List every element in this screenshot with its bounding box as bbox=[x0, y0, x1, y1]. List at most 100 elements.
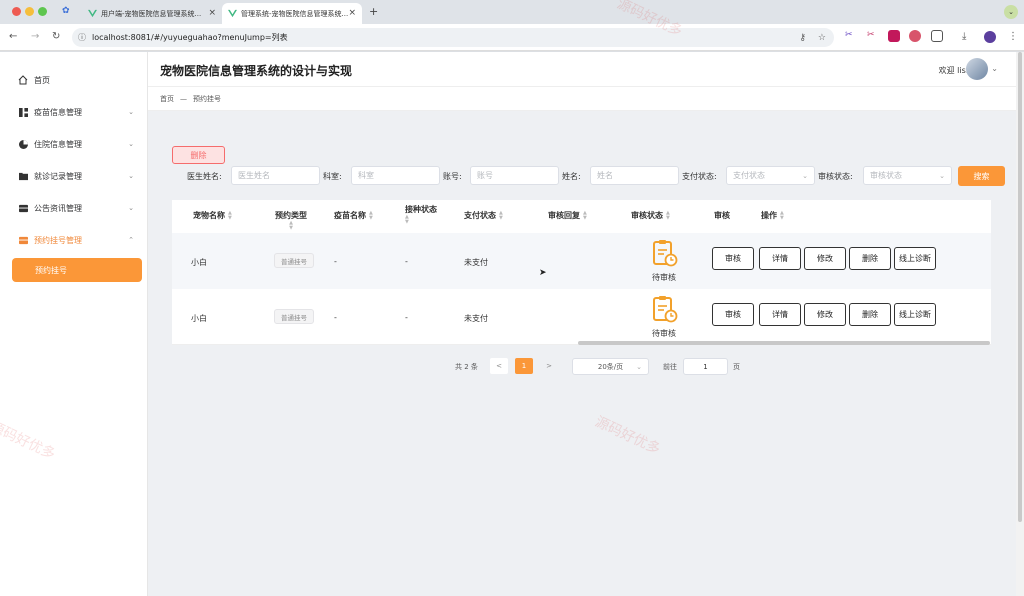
sidebar-subitem-appointment[interactable]: 预约挂号 bbox=[12, 258, 142, 282]
download-icon[interactable]: ⤓ bbox=[962, 31, 966, 42]
chevron-down-icon: ⌄ bbox=[128, 172, 134, 180]
breadcrumb-home[interactable]: 首页 bbox=[160, 94, 174, 104]
column-header[interactable]: 预约类型 ▲ ▼ bbox=[275, 210, 307, 231]
sidebar-item-records[interactable]: 就诊记录管理 ⌄ bbox=[0, 162, 148, 190]
sort-icon[interactable]: ▲ ▼ bbox=[228, 210, 232, 221]
audit-button[interactable]: 审核 bbox=[712, 303, 754, 326]
column-header[interactable]: 审核回复 ▲ ▼ bbox=[548, 210, 587, 221]
audit-button[interactable]: 审核 bbox=[712, 247, 754, 270]
sort-icon[interactable]: ▲ ▼ bbox=[780, 210, 784, 221]
prev-page-button[interactable]: < bbox=[490, 358, 508, 374]
tab-user-portal[interactable]: 用户端-宠物医院信息管理系统... × bbox=[82, 3, 222, 24]
column-header[interactable]: 审核状态 ▲ ▼ bbox=[631, 210, 670, 221]
tab-search-icon[interactable]: ⌄ bbox=[1004, 5, 1018, 19]
edit-button[interactable]: 修改 bbox=[804, 303, 846, 326]
pay-status-placeholder: 支付状态 bbox=[733, 171, 765, 180]
sidebar-item-news[interactable]: 公告资讯管理 ⌄ bbox=[0, 194, 148, 222]
detail-button[interactable]: 详情 bbox=[759, 303, 801, 326]
scrollbar-thumb[interactable] bbox=[1018, 52, 1022, 522]
pay-status-select[interactable]: 支付状态 ⌄ bbox=[726, 166, 815, 185]
column-header[interactable]: 操作 ▲ ▼ bbox=[761, 210, 784, 221]
batch-delete-button[interactable]: 删除 bbox=[172, 146, 225, 164]
search-button[interactable]: 搜索 bbox=[958, 166, 1005, 186]
delete-button[interactable]: 删除 bbox=[849, 303, 891, 326]
address-bar-row: ← → ↻ ⓘ localhost:8081/#/yuyueguahao?men… bbox=[0, 24, 1024, 51]
account-input[interactable]: 账号 bbox=[470, 166, 559, 185]
department-input[interactable]: 科室 bbox=[351, 166, 440, 185]
dashboard-icon bbox=[18, 107, 28, 117]
sidebar-item-vaccine[interactable]: 疫苗信息管理 ⌄ bbox=[0, 98, 148, 126]
key-icon[interactable]: ⚷ bbox=[799, 33, 806, 43]
extension-icon[interactable] bbox=[909, 30, 921, 42]
url-text: localhost:8081/#/yuyueguahao?menuJump=列表 bbox=[92, 33, 288, 42]
doctor-name-input[interactable]: 医生姓名 bbox=[231, 166, 320, 185]
sidebar-item-label: 公告资讯管理 bbox=[34, 203, 82, 213]
sort-icon[interactable]: ▲ ▼ bbox=[666, 210, 670, 221]
chevron-down-icon: ⌄ bbox=[802, 171, 808, 180]
page-size-select[interactable]: 20条/页 ⌄ bbox=[572, 358, 649, 375]
column-header[interactable]: 宠物名称 ▲ ▼ bbox=[193, 210, 232, 221]
sort-icon[interactable]: ▲ ▼ bbox=[369, 210, 373, 221]
close-tab-icon[interactable]: × bbox=[208, 8, 216, 18]
maximize-window-button[interactable] bbox=[38, 7, 47, 16]
sidebar-item-appointment[interactable]: 预约挂号管理 ⌃ bbox=[0, 226, 148, 254]
avatar[interactable] bbox=[966, 58, 988, 80]
sort-icon[interactable]: ▲ ▼ bbox=[583, 210, 587, 221]
sort-icon[interactable]: ▲ ▼ bbox=[499, 210, 503, 221]
tab-title: 管理系统-宠物医院信息管理系统... bbox=[241, 9, 349, 18]
page-vertical-scrollbar[interactable] bbox=[1016, 52, 1024, 596]
online-diagnosis-button[interactable]: 线上诊断 bbox=[894, 303, 936, 326]
scissors-icon[interactable]: ✂ bbox=[845, 30, 857, 42]
new-tab-icon[interactable]: + bbox=[369, 5, 378, 18]
edit-button[interactable]: 修改 bbox=[804, 247, 846, 270]
table-row[interactable]: 小白 普通挂号 - - 未支付 待审核 审核 详情 修改 删除 线上诊断 bbox=[172, 289, 991, 345]
tab-admin-system[interactable]: 管理系统-宠物医院信息管理系统... × bbox=[222, 3, 362, 24]
sidebar-item-label: 首页 bbox=[34, 75, 50, 85]
download-extension-icon[interactable] bbox=[888, 30, 900, 42]
column-header[interactable]: 疫苗名称 ▲ ▼ bbox=[334, 210, 373, 221]
profile-avatar[interactable] bbox=[984, 31, 996, 43]
chevron-down-icon[interactable]: ⌄ bbox=[991, 64, 998, 73]
page-unit-label: 页 bbox=[733, 363, 740, 371]
sidebar-item-home[interactable]: 首页 bbox=[0, 66, 148, 94]
page-1-button[interactable]: 1 bbox=[515, 358, 533, 374]
delete-button[interactable]: 删除 bbox=[849, 247, 891, 270]
bookmark-star-icon[interactable]: ☆ bbox=[818, 33, 826, 43]
minimize-window-button[interactable] bbox=[25, 7, 34, 16]
sidebar-item-hospital[interactable]: 住院信息管理 ⌄ bbox=[0, 130, 148, 158]
back-icon[interactable]: ← bbox=[9, 31, 17, 42]
online-diagnosis-button[interactable]: 线上诊断 bbox=[894, 247, 936, 270]
audit-status-select[interactable]: 审核状态 ⌄ bbox=[863, 166, 952, 185]
cut-icon[interactable]: ✂ bbox=[867, 30, 879, 42]
reload-icon[interactable]: ↻ bbox=[52, 31, 60, 42]
pay-status-cell: 未支付 bbox=[464, 258, 488, 267]
filter-label-name: 姓名: bbox=[562, 172, 581, 181]
main-content: 删除 医生姓名: 医生姓名 科室: 科室 账号: 账号 姓名: 姓名 支付状态:… bbox=[148, 111, 1016, 596]
menu-kebab-icon[interactable]: ⋮ bbox=[1008, 31, 1018, 42]
detail-button[interactable]: 详情 bbox=[759, 247, 801, 270]
sort-icon[interactable]: ▲ ▼ bbox=[289, 221, 293, 231]
ticket-icon bbox=[18, 235, 28, 245]
column-header[interactable]: 接种状态 ▲ ▼ bbox=[405, 204, 437, 225]
table-row[interactable]: 小白 普通挂号 - - 未支付 待审核 审核 详情 修改 删除 线上诊断 bbox=[172, 233, 991, 289]
filter-label-pay-status: 支付状态: bbox=[682, 172, 717, 181]
close-window-button[interactable] bbox=[12, 7, 21, 16]
app-header: 宠物医院信息管理系统的设计与实现 欢迎 lisi ⌄ bbox=[148, 52, 1016, 87]
column-header-label: 操作 bbox=[761, 211, 777, 220]
next-page-button[interactable]: > bbox=[540, 358, 558, 374]
pie-chart-icon bbox=[18, 139, 28, 149]
url-field[interactable]: ⓘ localhost:8081/#/yuyueguahao?menuJump=… bbox=[72, 28, 834, 47]
audit-status-cell: 待审核 bbox=[652, 273, 676, 282]
site-info-icon[interactable]: ⓘ bbox=[78, 32, 86, 43]
forward-icon[interactable]: → bbox=[31, 31, 39, 42]
browser-icon[interactable]: ✿ bbox=[62, 6, 70, 16]
sidebar-item-label: 就诊记录管理 bbox=[34, 171, 82, 181]
column-header[interactable]: 支付状态 ▲ ▼ bbox=[464, 210, 503, 221]
close-tab-icon[interactable]: × bbox=[348, 8, 356, 18]
goto-page-input[interactable]: 1 bbox=[683, 358, 728, 375]
sort-icon[interactable]: ▲ ▼ bbox=[405, 215, 409, 225]
puzzle-icon[interactable] bbox=[931, 30, 943, 42]
clipboard-clock-icon bbox=[652, 239, 678, 267]
table-horizontal-scrollbar[interactable] bbox=[578, 341, 990, 345]
name-input[interactable]: 姓名 bbox=[590, 166, 679, 185]
